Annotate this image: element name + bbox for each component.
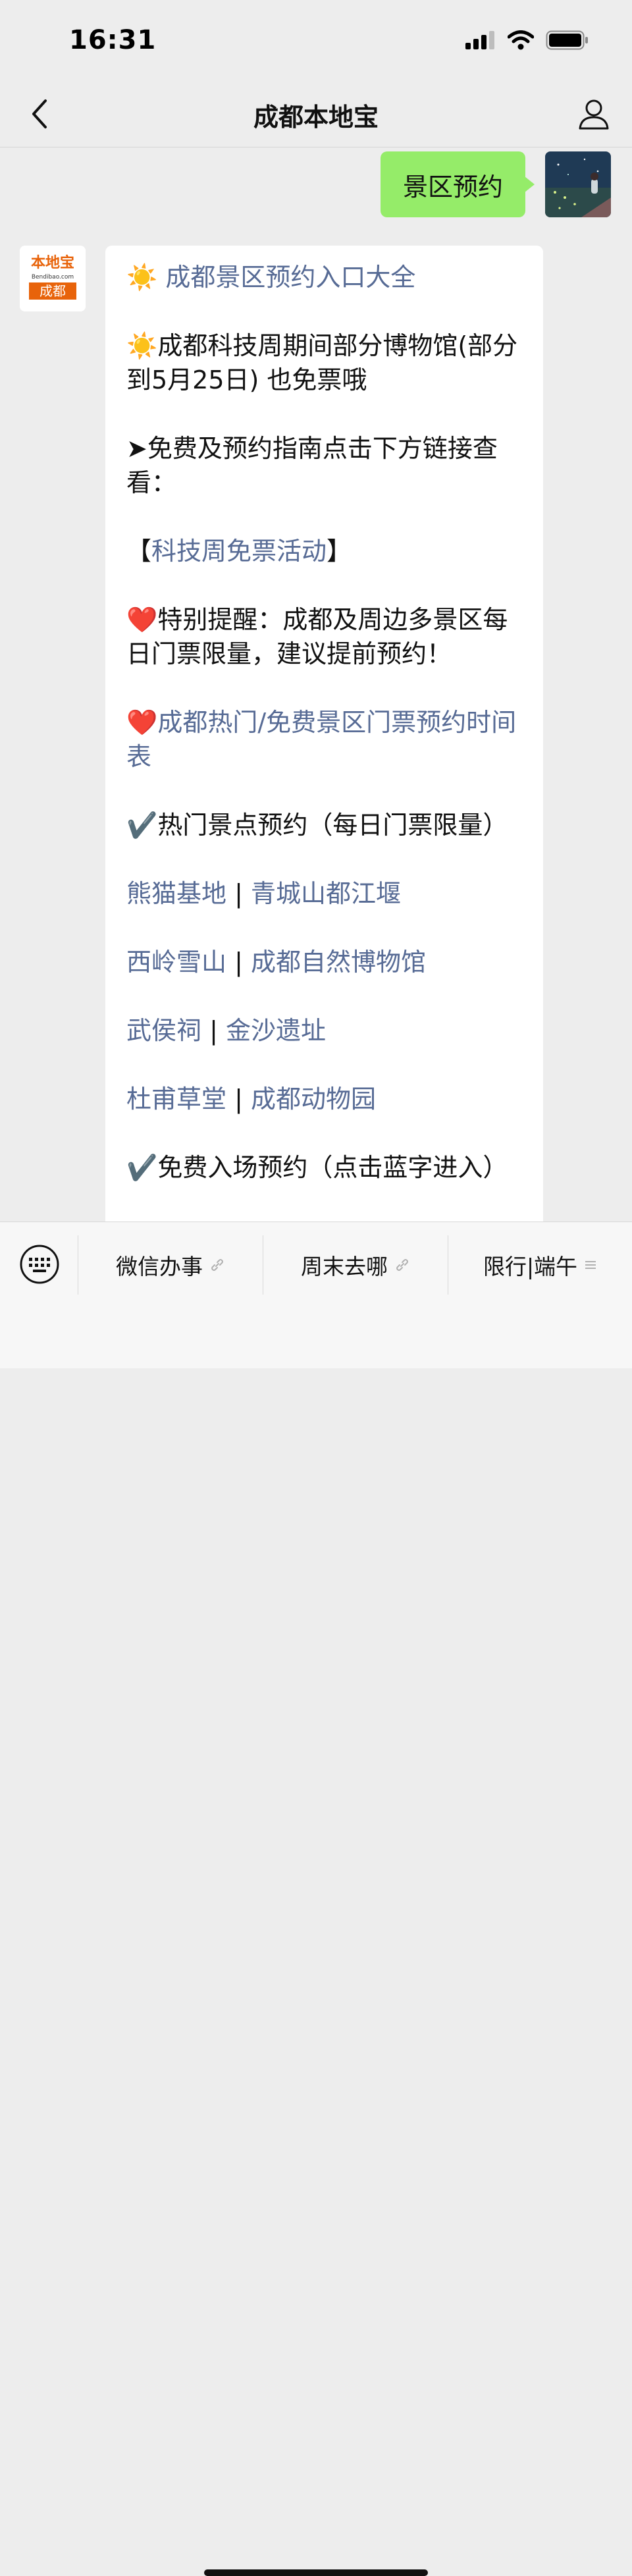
status-icons xyxy=(465,30,589,50)
natural-history-museum-link[interactable]: 成都自然博物馆 xyxy=(251,948,426,977)
link-icon xyxy=(396,1259,408,1271)
special-reminder-text: 特别提醒：成都及周边多景区每日门票限量，建议提前预约！ xyxy=(126,605,508,668)
menu-lines-icon xyxy=(585,1261,596,1269)
link-row: 西岭雪山 | 成都自然博物馆 xyxy=(126,945,523,979)
special-reminder: ❤️特别提醒：成都及周边多景区每日门票限量，建议提前预约！ xyxy=(126,603,523,671)
separator: | xyxy=(234,948,243,977)
menu-item-traffic-limit[interactable]: 限行|端午 xyxy=(448,1222,632,1308)
menu-item-label: 限行|端午 xyxy=(483,1254,578,1279)
home-indicator[interactable] xyxy=(204,2569,428,2576)
heart-emoji-icon: ❤️ xyxy=(126,708,158,737)
user-message-bubble[interactable]: 景区预约 xyxy=(380,151,535,217)
link-row: 武侯祠 | 金沙遗址 xyxy=(126,1013,523,1048)
nav-bar: 成都本地宝 xyxy=(0,82,632,148)
qingcheng-dujiangyan-link[interactable]: 青城山都江堰 xyxy=(251,879,401,908)
bottom-menu-bar: 微信办事 周末去哪 限行|端午 xyxy=(0,1221,632,2576)
sun-emoji-icon: ☀️ xyxy=(126,331,158,360)
sun-emoji-icon: ☀️ xyxy=(126,263,158,292)
chengdu-zoo-link[interactable]: 成都动物园 xyxy=(251,1085,376,1114)
museum-notice: ☀️成都科技周期间部分博物馆(部分到5月25日) 也免票哦 xyxy=(126,329,523,397)
tech-week-line: 【科技周免票活动】 xyxy=(126,534,523,568)
bot-avatar[interactable]: 本地宝 Bendibao.com 成都 xyxy=(20,246,86,311)
user-avatar[interactable] xyxy=(545,151,611,217)
battery-icon xyxy=(546,30,588,50)
tech-week-link[interactable]: 科技周免票活动 xyxy=(151,537,327,566)
title-link[interactable]: 成都景区预约入口大全 xyxy=(165,263,415,292)
schedule-line: ❤️成都热门/免费景区门票预约时间表 xyxy=(126,705,523,774)
menu-item-label: 周末去哪 xyxy=(301,1254,388,1279)
xiling-snow-mountain-link[interactable]: 西岭雪山 xyxy=(126,948,226,977)
keyboard-toggle-button[interactable] xyxy=(18,1243,61,1285)
separator: | xyxy=(234,1085,243,1114)
bracket-open: 【 xyxy=(126,537,152,566)
user-message: 景区预约 xyxy=(380,151,611,217)
bendibao-logo: 本地宝 Bendibao.com 成都 xyxy=(20,246,86,311)
svg-text:本地宝: 本地宝 xyxy=(31,254,74,271)
menu-item-wechat-services[interactable]: 微信办事 xyxy=(78,1222,263,1308)
panda-base-link[interactable]: 熊猫基地 xyxy=(126,879,226,908)
schedule-link[interactable]: 成都热门/免费景区门票预约时间表 xyxy=(126,708,516,771)
link-row: 杜甫草堂 | 成都动物园 xyxy=(126,1082,523,1116)
menu-item-label: 微信办事 xyxy=(116,1254,203,1279)
separator: | xyxy=(209,1016,218,1045)
separator: | xyxy=(234,879,243,908)
status-time: 16:31 xyxy=(69,25,157,55)
menu-item-weekend[interactable]: 周末去哪 xyxy=(263,1222,448,1308)
night-scene-avatar-image xyxy=(545,151,611,217)
svg-text:成都: 成都 xyxy=(40,283,66,299)
dufu-cottage-link[interactable]: 杜甫草堂 xyxy=(126,1085,226,1114)
museum-notice-text: 成都科技周期间部分博物馆(部分到5月25日) 也免票哦 xyxy=(126,331,518,394)
svg-text:Bendibao.com: Bendibao.com xyxy=(32,274,74,281)
link-row: 熊猫基地 | 青城山都江堰 xyxy=(126,876,523,911)
keyboard-icon xyxy=(20,1245,59,1284)
cellular-signal-icon xyxy=(465,31,494,49)
bracket-close: 】 xyxy=(327,537,352,566)
guide-text: ➤免费及预约指南点击下方链接查看： xyxy=(126,434,498,497)
page-title: 成都本地宝 xyxy=(253,103,379,132)
wifi-icon xyxy=(508,30,534,50)
free-section-heading: ✔️免费入场预约（点击蓝字进入） xyxy=(126,1153,508,1182)
heart-emoji-icon: ❤️ xyxy=(126,605,158,634)
bot-message-bubble: ☀️ 成都景区预约入口大全 ☀️成都科技周期间部分博物馆(部分到5月25日) 也… xyxy=(105,246,543,1260)
popular-section-heading: ✔️热门景点预约（每日门票限量） xyxy=(126,811,508,840)
user-icon xyxy=(579,99,609,130)
status-bar: 16:31 xyxy=(0,0,632,82)
profile-button[interactable] xyxy=(574,94,614,134)
wuhou-shrine-link[interactable]: 武侯祠 xyxy=(126,1016,201,1045)
jinsha-site-link[interactable]: 金沙遗址 xyxy=(226,1016,326,1045)
bot-title-line: ☀️ 成都景区预约入口大全 xyxy=(126,260,523,294)
link-icon xyxy=(211,1259,223,1271)
